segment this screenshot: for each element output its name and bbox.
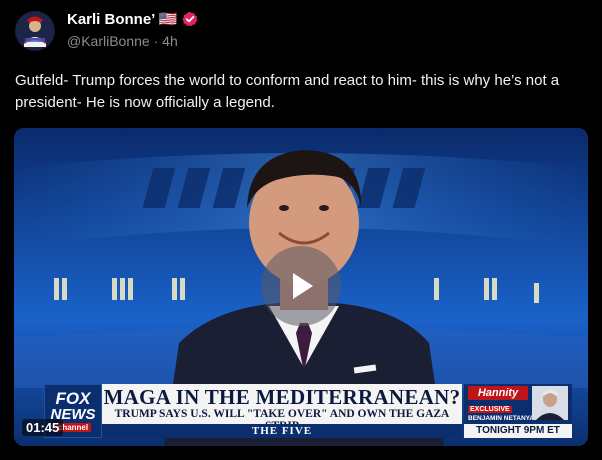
play-icon bbox=[293, 273, 313, 299]
video-duration: 01:45 bbox=[22, 419, 64, 436]
post: Karli Bonne’ 🇺🇸 @KarliBonne · 4h Gutfeld… bbox=[0, 0, 602, 460]
author-avatar[interactable] bbox=[15, 11, 55, 51]
promo-show-name: Hannity bbox=[468, 386, 528, 400]
chyron-headline-box: MAGA IN THE MEDITERRANEAN? TRUMP SAYS U.… bbox=[102, 384, 462, 432]
network-name-line1: FOX bbox=[55, 389, 91, 408]
promo-tag: EXCLUSIVE bbox=[468, 406, 512, 413]
author-display-name[interactable]: Karli Bonne’ 🇺🇸 bbox=[67, 10, 177, 28]
promo-time-slot: TONIGHT 9PM ET bbox=[464, 424, 572, 438]
meta-separator: · bbox=[149, 33, 163, 49]
play-button[interactable] bbox=[261, 246, 341, 326]
verified-badge-icon bbox=[182, 11, 198, 27]
video-player[interactable]: FOX NEWS channel MAGA IN THE MEDITERRANE… bbox=[14, 128, 588, 446]
promo-guest-portrait bbox=[532, 386, 568, 420]
post-text: Gutfeld- Trump forces the world to confo… bbox=[15, 72, 560, 111]
video-lower-third: FOX NEWS channel MAGA IN THE MEDITERRANE… bbox=[44, 384, 572, 440]
author-name-row: Karli Bonne’ 🇺🇸 bbox=[67, 10, 198, 28]
post-age[interactable]: 4h bbox=[162, 33, 178, 49]
author-handle[interactable]: @KarliBonne bbox=[67, 33, 150, 49]
author-meta: @KarliBonne · 4h bbox=[67, 33, 178, 49]
show-name-bar: THE FIVE bbox=[102, 424, 462, 438]
chyron-headline: MAGA IN THE MEDITERRANEAN? bbox=[103, 385, 461, 409]
show-promo: Hannity EXCLUSIVE BENJAMIN NETANYAHU TON… bbox=[464, 384, 572, 438]
avatar-image bbox=[16, 12, 54, 50]
